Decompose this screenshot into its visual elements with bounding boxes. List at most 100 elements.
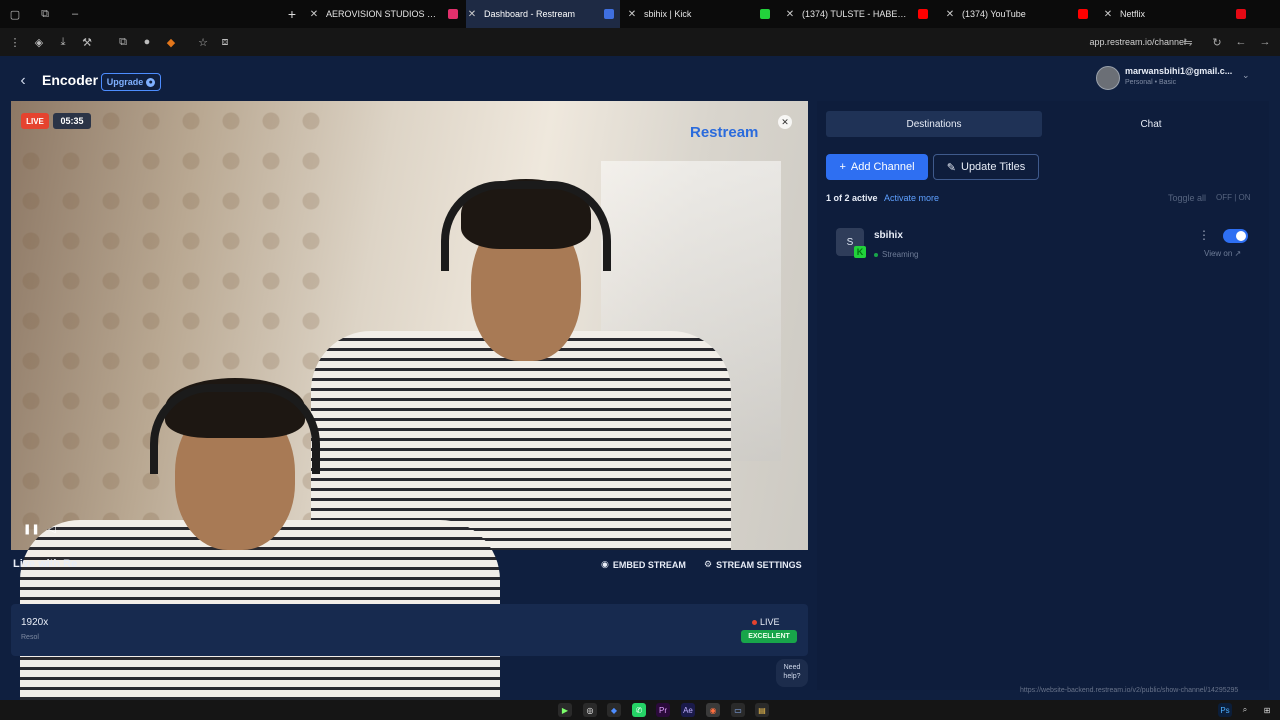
address-bar[interactable]: app.restream.io/channel xyxy=(1089,28,1186,56)
live-dot-icon xyxy=(752,619,757,625)
back-arrow-icon[interactable]: ← xyxy=(1230,28,1252,56)
channel-toggle[interactable] xyxy=(1223,229,1248,243)
status-dot-icon xyxy=(874,252,878,257)
tab-label: (1374) TULSTE - HABEEBY L xyxy=(802,9,912,19)
embed-icon: ◉ xyxy=(601,559,609,569)
tab-search-icon[interactable]: ⧉ xyxy=(34,0,56,28)
embed-stream-button[interactable]: ◉ EMBED STREAM xyxy=(601,559,686,570)
windows-icon[interactable]: ⊞ xyxy=(1260,703,1274,717)
upgrade-button[interactable]: Upgrade ● xyxy=(101,73,161,91)
live-badge: LIVE xyxy=(21,113,49,129)
webcam-overlay-person xyxy=(0,370,520,720)
new-tab-icon[interactable]: + xyxy=(284,0,300,28)
tab-youtube-song[interactable]: ✕ (1374) TULSTE - HABEEBY L xyxy=(784,0,934,28)
restream-icon xyxy=(604,9,614,19)
browser-icon[interactable]: ◉ xyxy=(706,703,720,717)
youtube-icon xyxy=(918,9,928,19)
tab-youtube[interactable]: ✕ (1374) YouTube xyxy=(944,0,1094,28)
forward-arrow-icon[interactable]: → xyxy=(1254,28,1276,56)
extension-icon[interactable]: ◈ xyxy=(28,28,50,56)
tab-label: Dashboard - Restream xyxy=(484,9,576,19)
page-title: Encoder xyxy=(42,72,99,88)
tab-aerovision[interactable]: ✕ AEROVISION STUDIOS © (@aero_v xyxy=(308,0,464,28)
view-on-link[interactable]: View on ↗ xyxy=(1204,249,1241,258)
close-tab-icon[interactable]: ✕ xyxy=(784,9,796,20)
back-arrow-icon[interactable]: ‹ xyxy=(14,71,32,91)
tab-chat[interactable]: Chat xyxy=(1048,111,1254,137)
tab-dashboard-restream[interactable]: ✕ Dashboard - Restream xyxy=(466,0,620,28)
upgrade-icon: ● xyxy=(146,77,156,87)
headphones xyxy=(441,181,611,271)
live-status: LIVE xyxy=(752,617,780,627)
cast-icon[interactable]: ⧈ xyxy=(214,28,236,56)
user-plan: Personal • Basic xyxy=(1125,79,1177,86)
whatsapp-icon[interactable]: ✆ xyxy=(632,703,646,717)
close-tab-icon[interactable]: ✕ xyxy=(944,9,956,20)
media-player-icon[interactable]: ▶ xyxy=(558,703,572,717)
kick-icon: K xyxy=(854,246,866,258)
after-effects-icon[interactable]: Ae xyxy=(681,703,695,717)
overlay-figure xyxy=(0,370,520,720)
upgrade-label: Upgrade xyxy=(106,77,144,87)
close-tab-icon[interactable]: ✕ xyxy=(466,9,478,20)
instagram-icon xyxy=(448,9,458,19)
stream-settings-button[interactable]: ⚙ STREAM SETTINGS xyxy=(704,559,802,570)
add-channel-label: Add Channel xyxy=(850,161,915,173)
app-icon[interactable]: ◆ xyxy=(607,703,621,717)
record-icon[interactable]: ● xyxy=(136,28,158,56)
update-titles-label: Update Titles xyxy=(961,161,1026,173)
activate-more-link[interactable]: Activate more xyxy=(884,193,939,203)
tab-kick[interactable]: ✕ sbihix | Kick xyxy=(626,0,776,28)
close-watermark-icon[interactable]: ✕ xyxy=(778,115,792,129)
status-url: https://website-backend.restream.io/v2/p… xyxy=(1020,687,1239,694)
close-tab-icon[interactable]: ✕ xyxy=(1102,9,1114,20)
channel-menu-icon[interactable]: ⋮ xyxy=(1198,228,1210,242)
site-settings-icon[interactable]: ⇋ xyxy=(1177,28,1199,56)
toggle-off-option[interactable]: OFF xyxy=(1216,193,1232,202)
kick-icon xyxy=(760,9,770,19)
pencil-icon: ✎ xyxy=(946,161,956,174)
plus-icon: + xyxy=(839,161,846,173)
minimize-icon[interactable]: – xyxy=(64,0,86,28)
close-tab-icon[interactable]: ✕ xyxy=(308,9,320,20)
netflix-icon xyxy=(1236,9,1246,19)
photoshop-icon[interactable]: Ps xyxy=(1218,703,1232,717)
obs-icon[interactable]: ◎ xyxy=(583,703,597,717)
bookmark-star-icon[interactable]: ☆ xyxy=(192,28,214,56)
screenshot-icon[interactable]: ⧉ xyxy=(112,28,134,56)
tab-destinations[interactable]: Destinations xyxy=(826,111,1042,137)
tab-label: Netflix xyxy=(1120,9,1146,19)
toggle-on-option[interactable]: ON xyxy=(1239,193,1251,202)
reload-icon[interactable]: ↻ xyxy=(1206,28,1228,56)
avatar xyxy=(1096,66,1120,90)
need-help-button[interactable]: Need help? xyxy=(776,659,808,687)
destinations-panel xyxy=(817,101,1269,690)
folder-icon[interactable]: ▤ xyxy=(755,703,769,717)
premiere-icon[interactable]: Pr xyxy=(656,703,670,717)
close-tab-icon[interactable]: ✕ xyxy=(626,9,638,20)
tab-label: (1374) YouTube xyxy=(962,9,1026,19)
toggle-all-switch[interactable]: OFF | ON xyxy=(1216,193,1251,202)
mute-icon[interactable]: ◁ xyxy=(48,524,56,535)
youtube-icon xyxy=(1078,9,1088,19)
active-count: 1 of 2 active xyxy=(826,193,878,203)
desktop-icon[interactable]: ▭ xyxy=(731,703,745,717)
live-status-label: LIVE xyxy=(760,617,780,627)
download-icon[interactable]: ⤓ xyxy=(52,28,74,56)
menu-icon[interactable]: ⋮ xyxy=(4,28,26,56)
overlay-headphones xyxy=(150,384,320,474)
tools-icon[interactable]: ⚒ xyxy=(76,28,98,56)
tab-netflix[interactable]: ✕ Netflix xyxy=(1102,0,1252,28)
metamask-icon[interactable]: ◆ xyxy=(160,28,182,56)
add-channel-button[interactable]: + Add Channel xyxy=(826,154,928,180)
search-icon[interactable]: ⌕ xyxy=(1238,703,1252,717)
user-menu[interactable]: marwansbihi1@gmail.c... Personal • Basic… xyxy=(1096,64,1266,92)
stream-timer: 05:35 xyxy=(53,113,91,129)
settings-label: STREAM SETTINGS xyxy=(716,559,802,570)
toggle-all-label: Toggle all xyxy=(1168,193,1207,203)
resolution-value: 1920x xyxy=(21,617,49,628)
update-titles-button[interactable]: ✎ Update Titles xyxy=(933,154,1039,180)
pause-icon[interactable]: ❚❚ xyxy=(23,524,40,535)
window-menu-icon[interactable]: ▢ xyxy=(4,0,26,28)
stream-title: Live with Re xyxy=(13,558,78,570)
